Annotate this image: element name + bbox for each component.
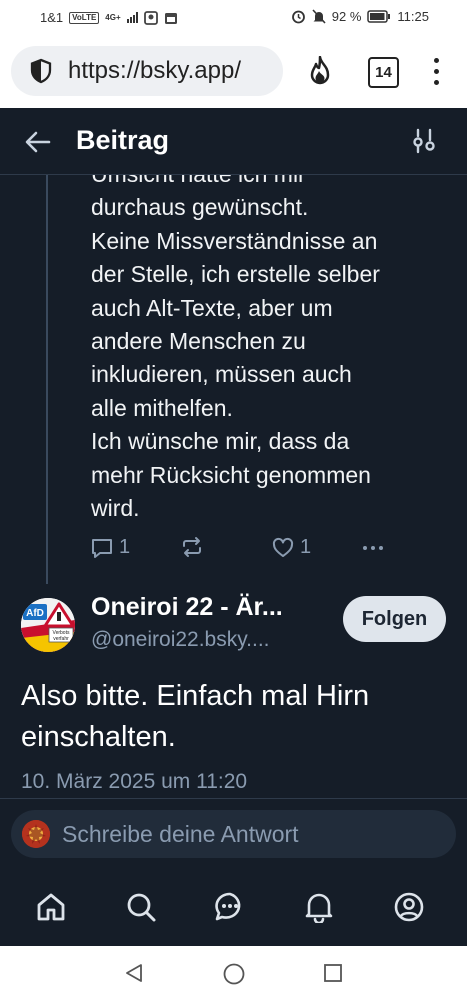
status-bar: 1&1 VoLTE 4G+ 92 % 11:25 (0, 0, 467, 36)
main-post-author: AfD Verbots verfahr Oneiroi 22 - Är... @… (0, 592, 467, 662)
post-line: mehr Rücksicht genommen (91, 461, 371, 488)
shield-icon[interactable] (28, 58, 54, 84)
reply-placeholder[interactable]: Schreibe deine Antwort (62, 821, 299, 848)
post-line: auch Alt-Texte, aber um (91, 294, 333, 321)
system-navigation-bar (0, 946, 467, 1000)
avatar-logo-text: AfD (26, 608, 44, 619)
previous-post-actions: 1 1 (0, 536, 467, 566)
avatar[interactable]: AfD Verbots verfahr (21, 598, 75, 652)
url-text[interactable]: https://bsky.app/ (68, 57, 241, 85)
sliders-icon[interactable] (412, 128, 436, 154)
repost-button[interactable] (181, 536, 203, 558)
bell-icon[interactable] (303, 891, 335, 923)
app-notification-icon (143, 10, 158, 25)
like-count: 1 (300, 536, 312, 558)
network-type-label: 4G+ (105, 13, 121, 22)
repost-icon (183, 537, 201, 557)
svg-text:verfahr: verfahr (53, 636, 69, 642)
status-right: 92 % 11:25 (291, 9, 429, 24)
follow-button[interactable]: Folgen (343, 596, 446, 642)
reply-count: 1 (119, 536, 131, 558)
signal-icon (126, 12, 138, 23)
clock: 11:25 (397, 9, 429, 24)
chat-icon[interactable] (214, 891, 246, 923)
carrier-label: 1&1 (40, 10, 64, 25)
previous-post-text: Umsicht hätte ich mir durchaus gewünscht… (91, 158, 451, 525)
volte-icon: VoLTE (69, 11, 100, 24)
post-line: einschalten. (21, 721, 176, 753)
status-left: 1&1 VoLTE 4G+ (40, 10, 178, 25)
post-line: der Stelle, ich erstelle selber (91, 261, 380, 288)
search-icon[interactable] (125, 891, 157, 923)
thread-connector-line (46, 174, 48, 584)
post-line: durchaus gewünscht. (91, 194, 309, 221)
post-line: Also bitte. Einfach mal Hirn (21, 680, 370, 712)
more-options-icon[interactable] (363, 546, 383, 550)
back-arrow-icon[interactable] (24, 128, 52, 156)
reply-input[interactable]: Schreibe deine Antwort (11, 810, 456, 858)
user-avatar-image (22, 820, 50, 848)
fire-icon[interactable] (306, 56, 334, 86)
avatar-image: AfD Verbots verfahr (21, 598, 75, 652)
page-title: Beitrag (76, 125, 170, 155)
app-view: Beitrag Umsicht hätte ich mir durchaus g… (0, 108, 467, 946)
nav-home-icon[interactable] (223, 963, 245, 985)
post-line: wird. (91, 495, 140, 522)
author-name[interactable]: Oneiroi 22 - Är... (91, 593, 283, 622)
browser-menu-icon[interactable] (432, 58, 440, 88)
nav-back-icon[interactable] (124, 963, 144, 983)
reply-composer-bar: Schreibe deine Antwort (0, 798, 467, 872)
post-header: Beitrag (0, 108, 467, 175)
author-handle[interactable]: @oneiroi22.bsky.... (91, 628, 270, 652)
post-line: Ich wünsche mir, dass da (91, 428, 350, 455)
battery-icon (367, 10, 391, 23)
tab-switcher-button[interactable]: 14 (368, 57, 399, 88)
post-line: andere Menschen zu (91, 328, 306, 355)
browser-toolbar: https://bsky.app/ 14 (0, 36, 467, 108)
alarm-icon (291, 10, 305, 24)
heart-icon (272, 537, 294, 557)
bottom-navigation (0, 871, 467, 946)
home-icon[interactable] (35, 891, 67, 923)
main-post-text: Also bitte. Einfach mal Hirn einschalten… (21, 676, 451, 758)
post-line: inkludieren, müssen auch (91, 361, 352, 388)
like-button[interactable]: 1 (272, 536, 311, 559)
post-line: Keine Missverständnisse an (91, 227, 378, 254)
profile-icon[interactable] (393, 891, 425, 923)
reply-button[interactable]: 1 (91, 536, 130, 559)
post-date[interactable]: 10. März 2025 um 11:20 (21, 770, 247, 794)
post-line: alle mithelfen. (91, 394, 233, 421)
mute-icon (312, 9, 326, 24)
calendar-icon (164, 12, 177, 24)
user-avatar (22, 820, 50, 848)
battery-percent: 92 % (331, 9, 362, 24)
comment-icon (92, 538, 112, 558)
nav-recents-icon[interactable] (323, 963, 343, 983)
address-bar[interactable]: https://bsky.app/ (11, 46, 283, 96)
